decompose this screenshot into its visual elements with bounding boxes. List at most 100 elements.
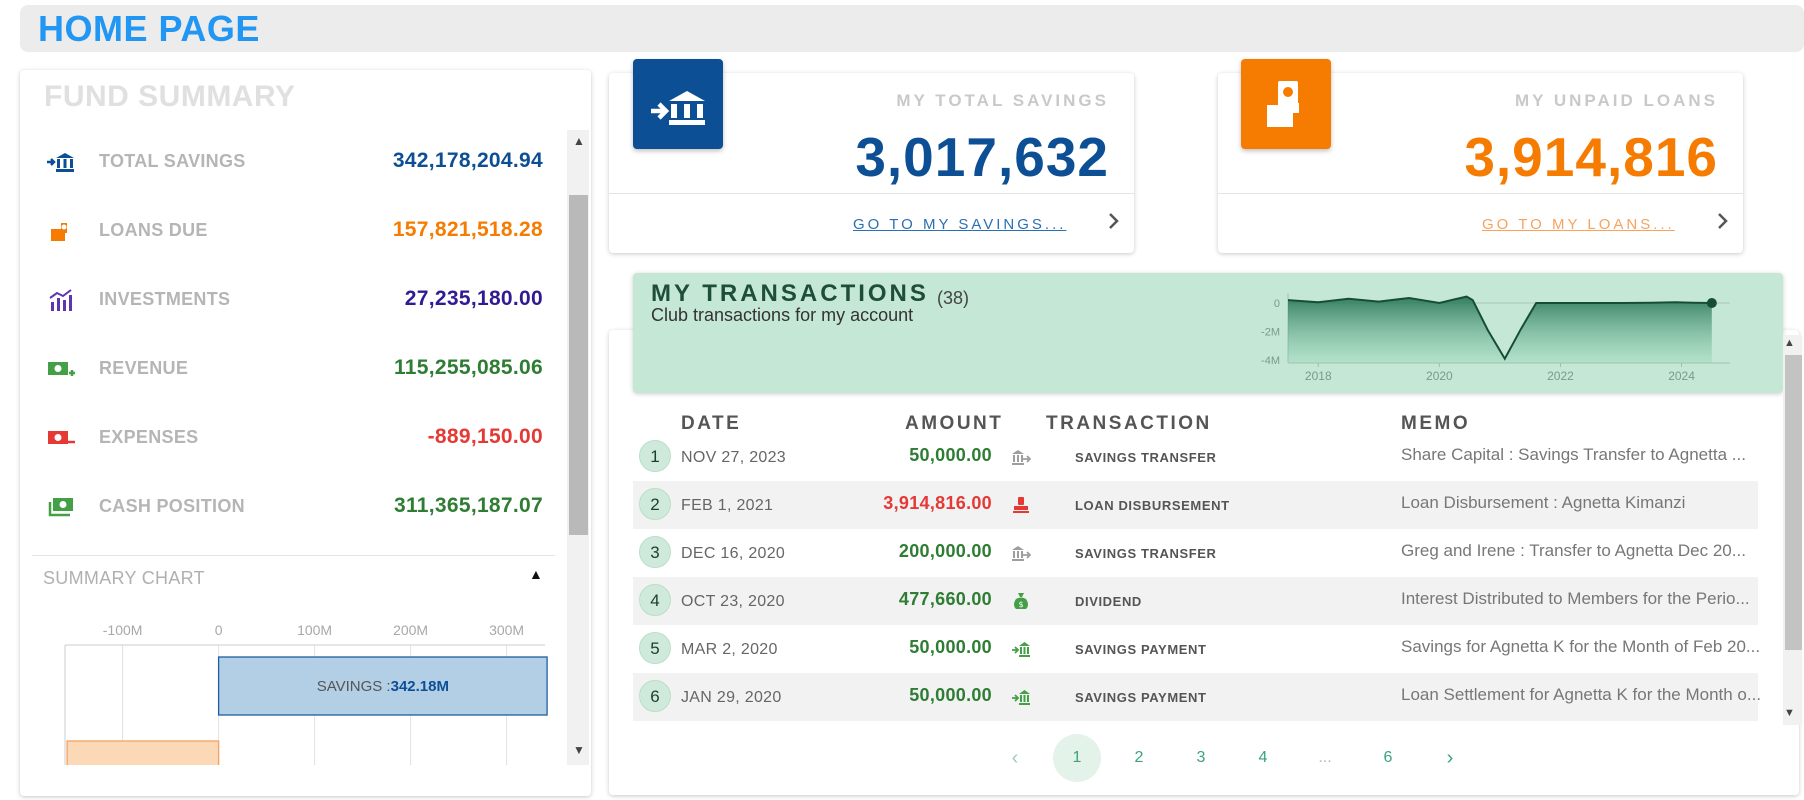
- summary-chart: -100M 0 100M 200M 300M SAVINGS :342.18M: [64, 622, 548, 765]
- pagination-page[interactable]: 6: [1364, 734, 1412, 782]
- table-row[interactable]: 4 OCT 23, 2020 477,660.00 $ DIVIDEND Int…: [633, 577, 1758, 625]
- pagination-page[interactable]: 1: [1053, 734, 1101, 782]
- go-to-loans-link[interactable]: GO TO MY LOANS...: [1482, 216, 1675, 233]
- card-separator: [609, 193, 1134, 194]
- money-minus-icon: [48, 431, 75, 444]
- row-memo: Share Capital : Savings Transfer to Agne…: [1401, 445, 1746, 464]
- svg-text:$: $: [1018, 600, 1023, 609]
- axis-tick-label: 0: [1274, 298, 1280, 310]
- row-memo: Greg and Irene : Transfer to Agnetta Dec…: [1401, 541, 1746, 560]
- table-row[interactable]: 5 MAR 2, 2020 50,000.00 SAVINGS PAYMENT …: [633, 625, 1761, 673]
- bank-in-icon: [1012, 642, 1030, 657]
- axis-tick-label: 2022: [1547, 369, 1574, 383]
- row-number: 3: [639, 536, 671, 568]
- investments-chart-icon: [49, 289, 72, 311]
- savings-badge: [633, 59, 723, 149]
- row-amount: 50,000.00: [909, 445, 992, 465]
- fund-row-loans-due: LOANS DUE 157,821,518.28: [40, 217, 560, 247]
- fund-value: 311,365,187.07: [393, 494, 543, 517]
- fund-row-total-savings: TOTAL SAVINGS 342,178,204.94: [40, 148, 560, 178]
- row-type: DIVIDEND: [1075, 594, 1142, 609]
- row-date: JAN 29, 2020: [681, 689, 782, 706]
- axis-tick-label: 100M: [297, 622, 332, 638]
- transactions-trend-chart: 0 -2M -4M 2018 2020 2022 2024: [1261, 293, 1730, 383]
- column-header-memo[interactable]: MEMO: [1401, 413, 1470, 435]
- row-date: FEB 1, 2021: [681, 497, 774, 514]
- bar-data-label: SAVINGS :342.18M: [317, 678, 449, 695]
- bar-loans: [66, 740, 220, 765]
- pagination-prev-icon[interactable]: ‹: [991, 734, 1039, 782]
- transactions-count: (38): [937, 288, 970, 308]
- loans-badge: [1241, 59, 1331, 149]
- row-type: SAVINGS TRANSFER: [1075, 450, 1217, 465]
- axis-tick-label: 200M: [393, 622, 428, 638]
- scroll-up-arrow-icon[interactable]: ▲: [569, 134, 589, 150]
- axis-tick-label: -100M: [103, 622, 143, 638]
- fund-value: 157,821,518.28: [392, 218, 543, 241]
- row-amount: 50,000.00: [909, 637, 992, 657]
- pagination-next-icon[interactable]: ›: [1426, 734, 1474, 782]
- fund-value: 342,178,204.94: [392, 149, 543, 172]
- row-amount: 477,660.00: [898, 589, 992, 609]
- scroll-down-arrow-icon[interactable]: ▼: [569, 743, 589, 759]
- axis-tick-label: -2M: [1261, 327, 1280, 339]
- fund-label: EXPENSES: [99, 427, 199, 447]
- fund-row-revenue: REVENUE 115,255,085.06: [40, 355, 560, 385]
- row-memo: Loan Settlement for Agnetta K for the Mo…: [1401, 685, 1762, 704]
- fund-value: -889,150.00: [427, 425, 543, 448]
- loan-hand-icon: [51, 223, 67, 241]
- table-row[interactable]: 1 NOV 27, 2023 50,000.00 SAVINGS TRANSFE…: [633, 433, 1758, 481]
- summary-chart-title: SUMMARY CHART: [43, 568, 205, 588]
- savings-card-label: MY TOTAL SAVINGS: [896, 91, 1109, 110]
- loans-card-value: 3,914,816: [1464, 126, 1718, 188]
- fund-summary-title: FUND SUMMARY: [44, 80, 296, 113]
- axis-tick-label: 2020: [1426, 369, 1453, 383]
- fund-label: LOANS DUE: [99, 220, 208, 240]
- row-date: MAR 2, 2020: [681, 641, 778, 658]
- row-type: SAVINGS PAYMENT: [1075, 690, 1207, 705]
- pagination-page[interactable]: 4: [1239, 734, 1287, 782]
- transactions-scrollbar-thumb[interactable]: [1785, 355, 1802, 650]
- fund-row-investments: INVESTMENTS 27,235,180.00: [40, 286, 560, 316]
- chevron-right-icon[interactable]: [1713, 209, 1733, 233]
- row-memo: Savings for Agnetta K for the Month of F…: [1401, 637, 1761, 656]
- axis-tick-label: -4M: [1261, 355, 1280, 367]
- row-amount: 50,000.00: [909, 685, 992, 705]
- axis-tick-label: 0: [215, 622, 223, 638]
- pagination-page[interactable]: 3: [1177, 734, 1225, 782]
- scroll-up-arrow-icon[interactable]: ▲: [1784, 337, 1795, 349]
- row-number: 4: [639, 584, 671, 616]
- row-amount: 3,914,816.00: [883, 493, 992, 513]
- loan-hand-icon: [1267, 81, 1299, 127]
- row-type: SAVINGS PAYMENT: [1075, 642, 1207, 657]
- column-header-transaction[interactable]: TRANSACTION: [1046, 413, 1212, 435]
- chevron-right-icon[interactable]: [1104, 209, 1124, 233]
- table-row[interactable]: 6 JAN 29, 2020 50,000.00 SAVINGS PAYMENT…: [633, 673, 1762, 721]
- row-number: 1: [639, 440, 671, 472]
- series-area: [1288, 296, 1712, 363]
- pagination-page[interactable]: 2: [1115, 734, 1163, 782]
- row-type: LOAN DISBURSEMENT: [1075, 498, 1230, 513]
- transfer-icon: [1012, 450, 1031, 465]
- bank-in-icon: [47, 153, 74, 172]
- go-to-savings-link[interactable]: GO TO MY SAVINGS...: [853, 216, 1066, 233]
- row-number: 6: [639, 680, 671, 712]
- bank-in-icon: [1012, 690, 1030, 705]
- row-date: NOV 27, 2023: [681, 449, 786, 466]
- collapse-caret-icon[interactable]: ▲: [529, 566, 543, 582]
- fund-label: REVENUE: [99, 358, 189, 378]
- column-header-amount[interactable]: AMOUNT: [905, 413, 1003, 435]
- money-bag-icon: $: [1014, 593, 1028, 609]
- bank-in-icon: [651, 91, 705, 125]
- series-end-point: [1706, 298, 1717, 308]
- page-title: HOME PAGE: [38, 8, 260, 49]
- row-number: 2: [639, 488, 671, 520]
- row-amount: 200,000.00: [898, 541, 992, 561]
- column-header-date[interactable]: DATE: [681, 413, 741, 435]
- fund-row-expenses: EXPENSES -889,150.00: [40, 424, 560, 454]
- scroll-down-arrow-icon[interactable]: ▼: [1784, 707, 1795, 719]
- table-row[interactable]: 2 FEB 1, 2021 3,914,816.00 LOAN DISBURSE…: [633, 481, 1758, 529]
- row-number: 5: [639, 632, 671, 664]
- fund-scrollbar-thumb[interactable]: [569, 195, 588, 535]
- table-row[interactable]: 3 DEC 16, 2020 200,000.00 SAVINGS TRANSF…: [633, 529, 1758, 577]
